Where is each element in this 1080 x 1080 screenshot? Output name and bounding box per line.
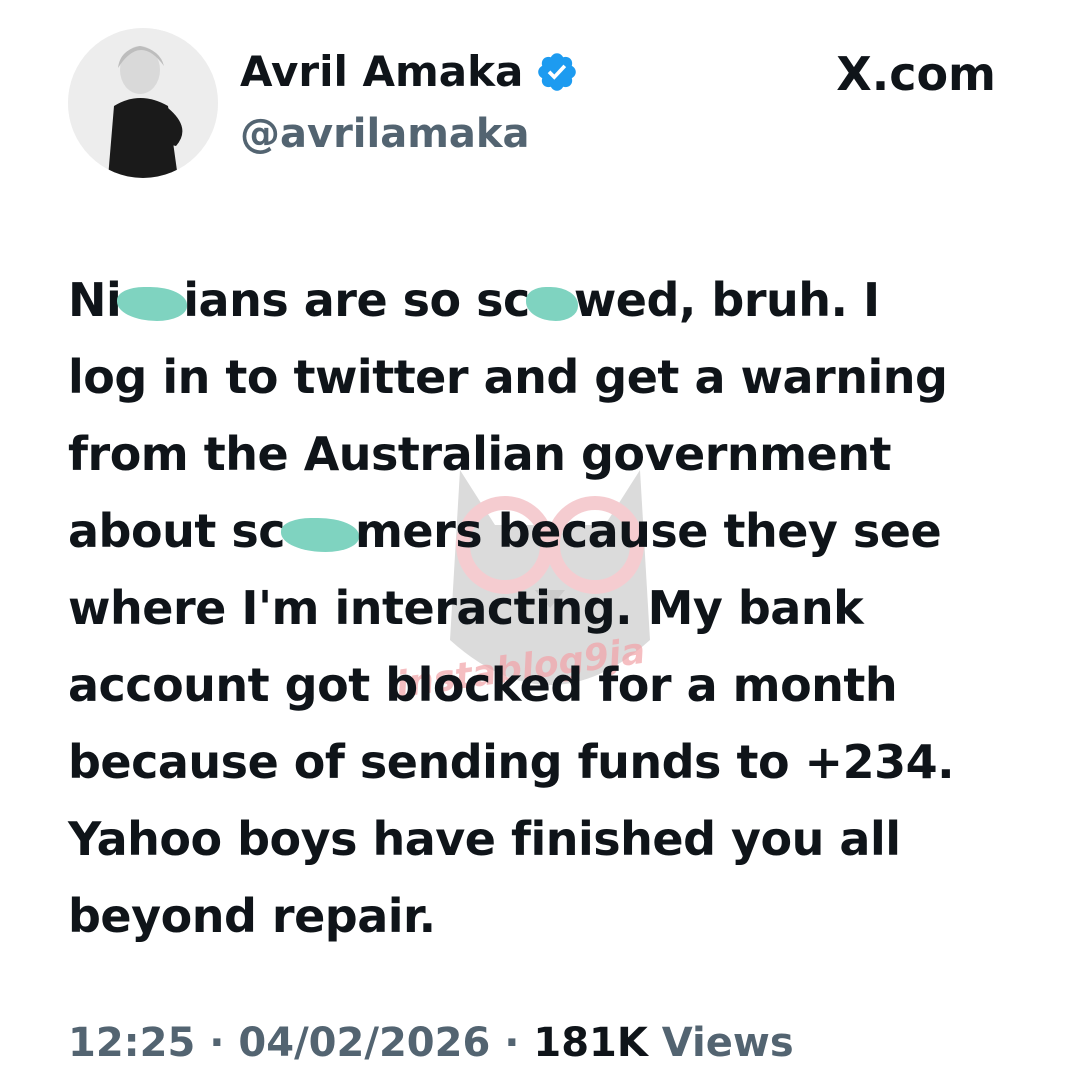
post-line: Ni ians are so sc wed, bruh. I [68, 262, 1018, 339]
post-line: from the Australian government [68, 427, 892, 481]
author-avatar[interactable] [68, 28, 218, 178]
post-line: log in to twitter and get a warning [68, 350, 948, 404]
post-line: where I'm interacting. My bank [68, 581, 864, 635]
views-label: Views [661, 1020, 794, 1066]
avatar-image [68, 28, 218, 178]
post-line: beyond repair. [68, 889, 436, 943]
author-name-row[interactable]: Avril Amaka [240, 44, 579, 100]
verified-badge-icon [535, 50, 579, 94]
post-line: about sc mers because they see [68, 493, 1018, 570]
post-body: Ni ians are so sc wed, bruh. I log in to t… [68, 262, 1018, 955]
post-date[interactable]: 04/02/2026 [238, 1020, 490, 1066]
post-text: wed, bruh. I [573, 273, 880, 327]
views-count: 181K [533, 1020, 648, 1066]
post-text: ians are so sc [183, 273, 530, 327]
meta-separator: · [504, 1020, 520, 1066]
post-line: account got blocked for a month [68, 658, 898, 712]
censor-blob [525, 286, 578, 321]
post-text: Ni [68, 273, 122, 327]
censor-blob [280, 517, 359, 552]
post-line: because of sending funds to +234. [68, 735, 955, 789]
post-meta: 12:25 · 04/02/2026 · 181K Views [68, 1018, 794, 1068]
post-line: Yahoo boys have finished you all [68, 812, 901, 866]
author-name[interactable]: Avril Amaka [240, 44, 523, 100]
post-text: mers because they see [354, 504, 942, 558]
site-label: X.com [836, 47, 996, 101]
post-text: about sc [68, 504, 285, 558]
author-handle[interactable]: @avrilamaka [240, 108, 529, 160]
post-time[interactable]: 12:25 [68, 1020, 195, 1066]
censor-blob [117, 286, 188, 321]
meta-separator: · [209, 1020, 225, 1066]
